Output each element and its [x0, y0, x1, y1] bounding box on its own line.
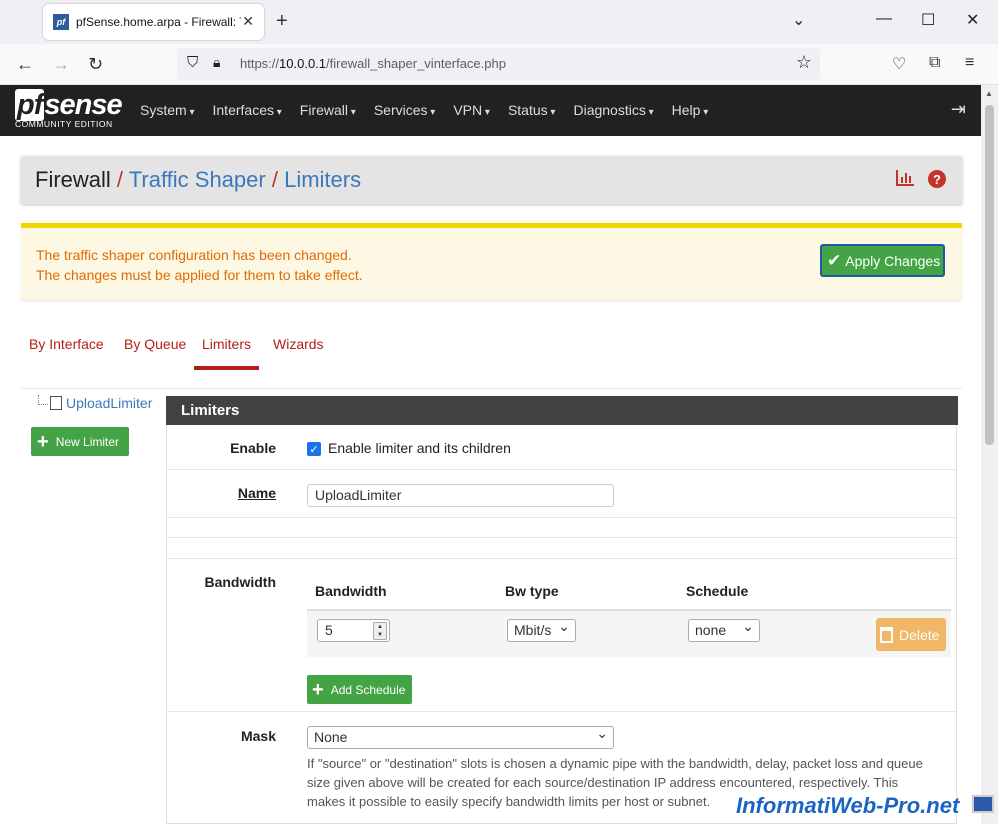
- tab-by-queue[interactable]: By Queue: [124, 336, 186, 352]
- plus-icon: +: [37, 430, 49, 453]
- help-icon[interactable]: ?: [928, 170, 946, 188]
- mask-select[interactable]: None: [307, 725, 614, 749]
- app-menu-icon[interactable]: ≡: [965, 54, 974, 72]
- file-icon: [50, 396, 62, 410]
- new-limiter-button[interactable]: + New Limiter: [31, 427, 129, 456]
- name-row: Name UploadLimiter: [167, 470, 956, 518]
- pfsense-header: pfsense COMMUNITY EDITION System Interfa…: [0, 85, 981, 136]
- bar-chart-icon[interactable]: [896, 170, 914, 186]
- maximize-icon[interactable]: ☐: [921, 10, 935, 30]
- menu-help[interactable]: Help: [672, 102, 709, 118]
- tab-wizards[interactable]: Wizards: [273, 336, 324, 352]
- tab-title: pfSense.home.arpa - Firewall: Tr: [76, 15, 241, 29]
- name-input[interactable]: UploadLimiter: [307, 484, 614, 507]
- logout-icon[interactable]: ⇥: [951, 99, 966, 120]
- breadcrumb-traffic-shaper[interactable]: Traffic Shaper: [129, 167, 266, 192]
- bw-type-select[interactable]: Mbit/s: [507, 618, 576, 642]
- menu-vpn[interactable]: VPN: [453, 102, 490, 118]
- schedule-select[interactable]: none: [688, 618, 760, 642]
- spacer-row: [167, 518, 956, 538]
- page-scrollbar[interactable]: ▲: [981, 85, 998, 824]
- breadcrumb-limiters[interactable]: Limiters: [284, 167, 361, 192]
- menu-firewall[interactable]: Firewall: [300, 102, 356, 118]
- menu-services[interactable]: Services: [374, 102, 436, 118]
- limiter-tree: UploadLimiter: [38, 395, 152, 411]
- pocket-icon[interactable]: ♡: [892, 54, 906, 74]
- lock-icon[interactable]: 🔒︎: [213, 54, 220, 71]
- pfsense-logo[interactable]: pfsense COMMUNITY EDITION: [15, 89, 123, 129]
- bandwidth-stepper[interactable]: 5 ▲ ▼: [317, 619, 390, 642]
- limiters-panel: Limiters Enable ✓ Enable limiter and its…: [166, 396, 958, 824]
- bandwidth-table: 5 ▲▼ Mbit/s none Delete: [307, 609, 951, 657]
- menu-interfaces[interactable]: Interfaces: [213, 102, 282, 118]
- main-menu: System Interfaces Firewall Services VPN …: [140, 102, 726, 118]
- watermark-computer-icon: [972, 795, 994, 813]
- bandwidth-row: Bandwidth Bandwidth Bw type Schedule 5 ▲…: [167, 558, 956, 712]
- shield-icon[interactable]: ⛉: [187, 54, 198, 71]
- page-content: Firewall / Traffic Shaper / Limiters ? T…: [0, 136, 981, 824]
- trash-icon: [880, 626, 893, 643]
- plus-icon: +: [312, 678, 324, 701]
- pfsense-favicon-icon: pf: [53, 14, 69, 30]
- breadcrumb: Firewall / Traffic Shaper / Limiters ?: [21, 156, 962, 204]
- enable-row: Enable ✓ Enable limiter and its children: [167, 425, 956, 470]
- scroll-thumb[interactable]: [985, 105, 994, 445]
- tree-item-uploadlimiter[interactable]: UploadLimiter: [66, 395, 152, 411]
- alert-line-2: The changes must be applied for them to …: [36, 267, 363, 283]
- delete-button[interactable]: Delete: [876, 618, 946, 651]
- col-bandwidth: Bandwidth: [315, 583, 387, 599]
- tabs-divider: [21, 388, 962, 389]
- browser-navbar: ← → ↻ ⛉ 🔒︎ https://10.0.0.1/firewall_sha…: [0, 44, 998, 85]
- scroll-up-icon[interactable]: ▲: [985, 89, 993, 98]
- browser-tab[interactable]: pf pfSense.home.arpa - Firewall: Tr ✕: [43, 4, 264, 40]
- url-text[interactable]: https://10.0.0.1/firewall_shaper_vinterf…: [240, 56, 506, 71]
- new-tab-icon[interactable]: +: [276, 10, 288, 33]
- extensions-icon[interactable]: ⧉: [929, 54, 940, 72]
- spin-arrows-icon[interactable]: ▲ ▼: [373, 622, 387, 640]
- alert-line-1: The traffic shaper configuration has bee…: [36, 247, 352, 263]
- bandwidth-label: Bandwidth: [204, 574, 276, 590]
- bookmark-star-icon[interactable]: ☆: [796, 52, 812, 73]
- minimize-icon[interactable]: —: [876, 10, 892, 28]
- forward-icon[interactable]: →: [52, 54, 70, 75]
- back-icon[interactable]: ←: [16, 54, 34, 75]
- panel-title: Limiters: [166, 396, 958, 425]
- enable-checkbox-label[interactable]: Enable limiter and its children: [328, 440, 511, 456]
- name-label: Name: [237, 485, 276, 501]
- window-close-icon[interactable]: ✕: [966, 10, 979, 30]
- menu-system[interactable]: System: [140, 102, 195, 118]
- add-schedule-button[interactable]: + Add Schedule: [307, 675, 412, 704]
- menu-status[interactable]: Status: [508, 102, 556, 118]
- breadcrumb-firewall: Firewall: [35, 167, 111, 192]
- col-bw-type: Bw type: [505, 583, 559, 599]
- url-bar[interactable]: ⛉ 🔒︎ https://10.0.0.1/firewall_shaper_vi…: [177, 48, 820, 80]
- tab-close-icon[interactable]: ✕: [242, 13, 254, 30]
- check-icon: ✔: [827, 250, 842, 270]
- menu-diagnostics[interactable]: Diagnostics: [573, 102, 653, 118]
- browser-tabstrip: pf pfSense.home.arpa - Firewall: Tr ✕ + …: [0, 0, 998, 44]
- tab-by-interface[interactable]: By Interface: [29, 336, 104, 352]
- shaper-tabs: By Interface By Queue Limiters Wizards: [21, 326, 962, 370]
- tab-list-icon[interactable]: ⌄: [792, 10, 805, 30]
- mask-label: Mask: [240, 728, 276, 744]
- changes-alert: The traffic shaper configuration has bee…: [21, 223, 962, 300]
- enable-label: Enable: [230, 440, 276, 456]
- watermark-text: InformatiWeb-Pro.net: [736, 793, 960, 818]
- enable-checkbox[interactable]: ✓: [307, 442, 321, 456]
- apply-changes-button[interactable]: ✔ Apply Changes: [820, 244, 945, 277]
- tab-limiters[interactable]: Limiters: [194, 336, 260, 370]
- reload-icon[interactable]: ↻: [88, 54, 103, 75]
- col-schedule: Schedule: [686, 583, 749, 599]
